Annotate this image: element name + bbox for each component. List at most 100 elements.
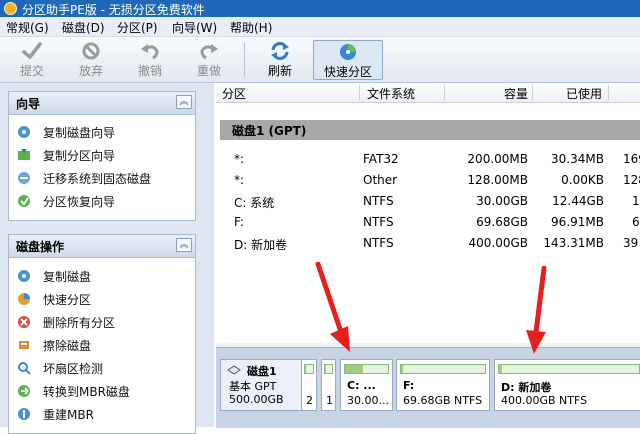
cell-unused: 6 <box>632 215 640 229</box>
collapse-icon[interactable]: ︽ <box>176 238 192 252</box>
undo-icon <box>139 41 161 61</box>
cell-capacity: 200.00MB <box>467 152 528 166</box>
copy-disk-wizard-icon <box>17 125 31 139</box>
disk-map: 磁盘1 基本 GPT 500.00GB 2 1 C: ... 30.00... … <box>216 347 640 428</box>
cell-capacity: 69.68GB <box>476 215 528 229</box>
cell-partition: *: <box>234 152 244 166</box>
cell-capacity: 400.00GB <box>468 236 528 250</box>
delete-icon <box>17 315 31 329</box>
discard-button[interactable]: 放弃 <box>67 40 115 80</box>
partition-label: C: ... <box>347 379 376 392</box>
usage-fill <box>345 365 363 373</box>
column-divider[interactable] <box>444 85 445 100</box>
refresh-icon <box>269 41 291 61</box>
column-divider[interactable] <box>608 85 609 100</box>
table-row[interactable]: D: 新加卷 NTFS 400.00GB 143.31MB 39 <box>216 235 640 253</box>
column-divider[interactable] <box>359 85 360 100</box>
disk-name: 磁盘1 <box>247 363 277 379</box>
discard-icon <box>80 41 102 61</box>
cell-capacity: 128.00MB <box>467 173 528 187</box>
discard-label: 放弃 <box>67 62 115 79</box>
redo-icon <box>198 41 220 61</box>
cell-unused: 39 <box>623 236 638 250</box>
usage-bar <box>304 364 314 374</box>
disk-info-block[interactable]: 磁盘1 基本 GPT 500.00GB <box>220 359 308 411</box>
checkmark-icon <box>21 41 43 61</box>
cell-filesystem: NTFS <box>363 236 394 250</box>
partition-block-d[interactable]: D: 新加卷 400.00GB NTFS <box>494 359 640 411</box>
left-pane: 向导 ︽ 复制磁盘向导 复制分区向导 迁移系统到固态磁盘 分区恢复向导 磁盘操作… <box>0 83 214 427</box>
toolbar: 提交 放弃 撤销 重做 刷新 <box>0 37 640 83</box>
partition-block-esp[interactable]: 2 <box>301 359 317 411</box>
commit-label: 提交 <box>8 62 56 79</box>
quick-partition-icon <box>337 42 359 62</box>
cell-unused: 1 <box>632 194 640 208</box>
disk-icon <box>227 365 241 376</box>
usage-bar <box>400 364 486 374</box>
column-divider[interactable] <box>532 85 533 100</box>
table-row[interactable]: *: FAT32 200.00MB 30.34MB 169 <box>216 151 640 169</box>
wizard-item-label: 迁移系统到固态磁盘 <box>43 170 151 187</box>
refresh-label: 刷新 <box>256 62 304 79</box>
wipe-disk-icon <box>17 338 31 352</box>
wizard-panel: 向导 ︽ 复制磁盘向导 复制分区向导 迁移系统到固态磁盘 分区恢复向导 <box>8 91 196 221</box>
disk-op-label: 转换到MBR磁盘 <box>43 383 130 400</box>
menu-wizard[interactable]: 向导(W) <box>172 19 217 36</box>
partition-recovery-icon <box>17 194 31 208</box>
quick-partition-button[interactable]: 快速分区 <box>313 40 383 80</box>
app-icon <box>4 2 17 15</box>
table-row[interactable]: F: NTFS 69.68GB 96.91MB 6 <box>216 214 640 232</box>
column-partition[interactable]: 分区 <box>222 85 246 102</box>
table-row[interactable]: *: Other 128.00MB 0.00KB 128 <box>216 172 640 190</box>
bad-sector-icon <box>17 361 31 375</box>
menu-help[interactable]: 帮助(H) <box>230 19 272 36</box>
cell-filesystem: NTFS <box>363 194 394 208</box>
partition-block-f[interactable]: F: 69.68GB NTFS <box>396 359 490 411</box>
disk-op-label: 快速分区 <box>43 291 91 308</box>
cell-used: 12.44GB <box>552 194 604 208</box>
disk-op-label: 删除所有分区 <box>43 314 115 331</box>
cell-used: 96.91MB <box>551 215 604 229</box>
cell-partition: *: <box>234 173 244 187</box>
annotation-arrow <box>522 266 552 356</box>
undo-button[interactable]: 撤销 <box>126 40 174 80</box>
cell-filesystem: NTFS <box>363 215 394 229</box>
menu-disk[interactable]: 磁盘(D) <box>62 19 105 36</box>
disk-row-label: 磁盘1 (GPT) <box>232 122 306 139</box>
commit-button[interactable]: 提交 <box>8 40 56 80</box>
cell-unused: 128 <box>623 173 640 187</box>
partition-block-msr[interactable]: 1 <box>321 359 336 411</box>
wizard-item-label: 复制磁盘向导 <box>43 124 115 141</box>
redo-button[interactable]: 重做 <box>185 40 233 80</box>
partition-info: 30.00... <box>347 394 389 407</box>
collapse-icon[interactable]: ︽ <box>176 95 192 109</box>
disk-header-row[interactable]: 磁盘1 (GPT) <box>220 120 640 140</box>
cell-filesystem: FAT32 <box>363 152 399 166</box>
cell-used: 0.00KB <box>561 173 604 187</box>
disk-type: 基本 GPT <box>229 378 276 394</box>
wizard-panel-title: 向导 <box>16 95 40 112</box>
refresh-button[interactable]: 刷新 <box>256 40 304 80</box>
disk-operations-header: 磁盘操作 ︽ <box>9 235 195 258</box>
column-capacity[interactable]: 容量 <box>504 85 528 102</box>
table-row[interactable]: C: 系统 NTFS 30.00GB 12.44GB 1 <box>216 193 640 211</box>
cell-used: 30.34MB <box>551 152 604 166</box>
column-used[interactable]: 已使用 <box>566 85 602 102</box>
wizard-item-label: 复制分区向导 <box>43 147 115 164</box>
partition-block-c[interactable]: C: ... 30.00... <box>340 359 393 411</box>
menu-general[interactable]: 常规(G) <box>6 19 49 36</box>
quick-partition-label: 快速分区 <box>314 63 382 80</box>
disk-op-label: 重建MBR <box>43 406 94 423</box>
annotation-arrow <box>312 262 356 354</box>
quick-partition-small-icon <box>17 292 31 306</box>
disk-op-label: 复制磁盘 <box>43 268 91 285</box>
usage-bar <box>324 364 333 374</box>
toolbar-separator <box>244 43 245 77</box>
partition-number: 1 <box>326 394 333 407</box>
column-filesystem[interactable]: 文件系统 <box>367 85 415 102</box>
partition-label: D: 新加卷 <box>501 379 551 395</box>
cell-partition: D: 新加卷 <box>234 236 287 253</box>
disk-size: 500.00GB <box>229 393 284 406</box>
cell-used: 143.31MB <box>543 236 604 250</box>
menu-partition[interactable]: 分区(P) <box>117 19 158 36</box>
